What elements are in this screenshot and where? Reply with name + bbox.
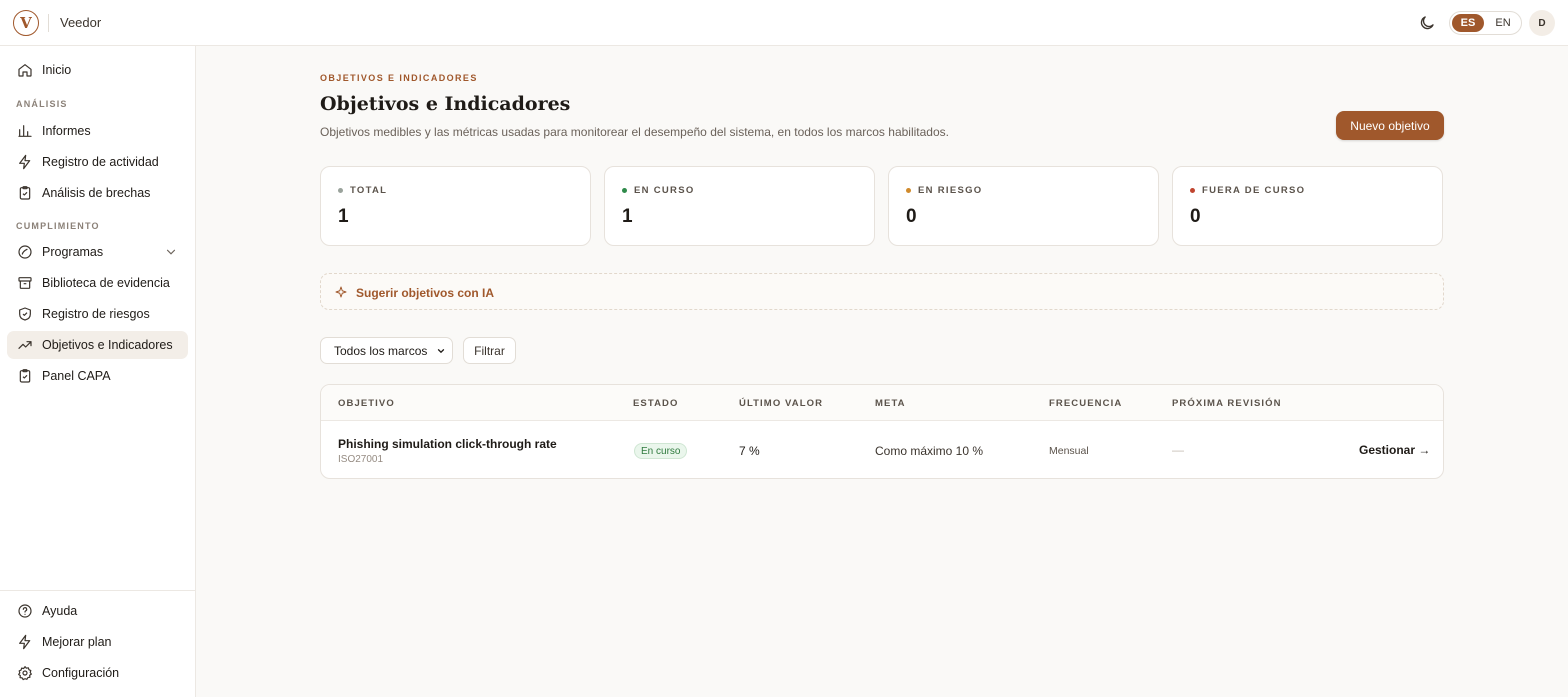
stat-label-wrap: FUERA DE CURSO bbox=[1190, 185, 1305, 196]
stat-label: EN CURSO bbox=[634, 185, 695, 196]
sidebar-item-risk-register[interactable]: Registro de riesgos bbox=[7, 300, 188, 328]
page-eyebrow: OBJETIVOS E INDICADORES bbox=[320, 73, 478, 83]
status-dot bbox=[906, 188, 911, 193]
sidebar-item-label: Panel CAPA bbox=[42, 369, 111, 383]
gauge-icon bbox=[18, 245, 32, 259]
lang-en-button[interactable]: EN bbox=[1487, 14, 1519, 32]
trending-up-icon bbox=[18, 341, 32, 349]
stat-label: TOTAL bbox=[350, 185, 388, 196]
page-subtitle: Objetivos medibles y las métricas usadas… bbox=[320, 125, 949, 139]
bar-chart-icon bbox=[18, 125, 32, 137]
stat-card-on-track: EN CURSO 1 bbox=[604, 166, 875, 246]
app-logo[interactable]: V bbox=[13, 10, 39, 36]
framework-select-value: Todos los marcos bbox=[334, 343, 428, 358]
logo-divider bbox=[48, 14, 49, 32]
sidebar-item-label: Registro de riesgos bbox=[42, 307, 150, 321]
sidebar-item-gap-analysis[interactable]: Análisis de brechas bbox=[7, 179, 188, 207]
sidebar-item-label: Biblioteca de evidencia bbox=[42, 276, 170, 290]
objectives-table: OBJETIVO ESTADO ÚLTIMO VALOR META FRECUE… bbox=[320, 384, 1444, 479]
manage-link[interactable]: Gestionar → bbox=[1359, 443, 1430, 457]
status-dot bbox=[338, 188, 343, 193]
help-circle-icon bbox=[18, 604, 32, 618]
stat-label-wrap: TOTAL bbox=[338, 185, 387, 196]
sidebar-item-settings[interactable]: Configuración bbox=[7, 659, 188, 687]
moon-icon[interactable] bbox=[1418, 14, 1436, 32]
lightning-icon bbox=[19, 634, 31, 650]
shield-icon bbox=[19, 307, 31, 321]
stat-label-wrap: EN CURSO bbox=[622, 185, 695, 196]
table-header: OBJETIVO ESTADO ÚLTIMO VALOR META FRECUE… bbox=[321, 385, 1443, 421]
column-header-frequency[interactable]: FRECUENCIA bbox=[1049, 398, 1122, 409]
last-value: 7 % bbox=[739, 444, 760, 458]
brand-name: Veedor bbox=[60, 15, 102, 30]
suggest-ai-objectives-button[interactable]: Sugerir objetivos con IA bbox=[320, 273, 1444, 310]
gear-icon bbox=[18, 666, 32, 681]
stat-value: 0 bbox=[1190, 206, 1201, 227]
filter-button[interactable]: Filtrar bbox=[463, 337, 516, 364]
sidebar-item-help[interactable]: Ayuda bbox=[7, 597, 188, 625]
objective-name[interactable]: Phishing simulation click-through rate bbox=[338, 437, 557, 451]
framework-select[interactable]: Todos los marcos bbox=[320, 337, 453, 364]
column-header-next-review[interactable]: PRÓXIMA REVISIÓN bbox=[1172, 398, 1282, 409]
sidebar-item-reports[interactable]: Informes bbox=[7, 117, 188, 145]
stat-card-at-risk: EN RIESGO 0 bbox=[888, 166, 1159, 246]
stat-value: 0 bbox=[906, 206, 917, 227]
sidebar-item-label: Objetivos e Indicadores bbox=[42, 338, 173, 352]
stat-card-total: TOTAL 1 bbox=[320, 166, 591, 246]
stat-label-wrap: EN RIESGO bbox=[906, 185, 983, 196]
lightning-icon bbox=[19, 154, 31, 170]
section-compliance: CUMPLIMIENTO bbox=[16, 221, 100, 231]
status-dot bbox=[1190, 188, 1195, 193]
column-header-last-value[interactable]: ÚLTIMO VALOR bbox=[739, 398, 823, 409]
section-analysis: ANÁLISIS bbox=[16, 99, 68, 109]
next-review-value: — bbox=[1172, 443, 1184, 457]
sidebar-item-objectives[interactable]: Objetivos e Indicadores bbox=[7, 331, 188, 359]
suggest-ai-label: Sugerir objetivos con IA bbox=[356, 286, 495, 300]
sidebar-item-capa-panel[interactable]: Panel CAPA bbox=[7, 362, 188, 390]
status-badge: En curso bbox=[634, 443, 688, 459]
column-header-target[interactable]: META bbox=[875, 398, 906, 409]
new-objective-button[interactable]: Nuevo objetivo bbox=[1336, 111, 1444, 140]
page-title: Objetivos e Indicadores bbox=[320, 93, 571, 115]
status-dot bbox=[622, 188, 627, 193]
stat-value: 1 bbox=[338, 206, 349, 227]
archive-icon bbox=[18, 277, 32, 289]
stat-card-off-track: FUERA DE CURSO 0 bbox=[1172, 166, 1443, 246]
home-icon bbox=[18, 64, 32, 77]
logo-letter: V bbox=[20, 14, 32, 32]
sidebar-divider bbox=[0, 590, 195, 591]
sidebar-item-home[interactable]: Inicio bbox=[7, 56, 188, 84]
chevron-down-icon[interactable] bbox=[164, 245, 178, 259]
column-header-objective[interactable]: OBJETIVO bbox=[338, 398, 395, 409]
target-value: Como máximo 10 % bbox=[875, 444, 984, 458]
language-switcher: ES EN bbox=[1449, 11, 1522, 35]
sparkle-icon bbox=[335, 286, 347, 298]
stat-label: FUERA DE CURSO bbox=[1202, 185, 1306, 196]
user-avatar[interactable]: D bbox=[1529, 10, 1555, 36]
sidebar-item-label: Inicio bbox=[42, 63, 72, 77]
top-bar: V Veedor ES EN D bbox=[0, 0, 1568, 46]
clipboard-icon bbox=[19, 186, 31, 200]
sidebar-item-evidence-library[interactable]: Biblioteca de evidencia bbox=[7, 269, 188, 297]
sidebar-item-label: Configuración bbox=[42, 666, 120, 680]
sidebar-item-label: Informes bbox=[42, 124, 91, 138]
sidebar-item-label: Análisis de brechas bbox=[42, 186, 151, 200]
objective-framework: ISO27001 bbox=[338, 454, 384, 465]
sidebar-item-upgrade[interactable]: Mejorar plan bbox=[7, 628, 188, 656]
clipboard-check-icon bbox=[19, 369, 31, 383]
column-header-status[interactable]: ESTADO bbox=[633, 398, 678, 409]
chevron-down-icon bbox=[437, 349, 445, 354]
sidebar-item-label: Mejorar plan bbox=[42, 635, 112, 649]
sidebar-item-label: Ayuda bbox=[42, 604, 78, 618]
sidebar: Inicio ANÁLISIS Informes Registro de act… bbox=[0, 46, 196, 697]
frequency-value: Mensual bbox=[1049, 445, 1089, 457]
stat-label: EN RIESGO bbox=[918, 185, 983, 196]
sidebar-item-programs[interactable]: Programas bbox=[7, 238, 188, 266]
lang-es-button[interactable]: ES bbox=[1452, 14, 1484, 32]
sidebar-item-label: Programas bbox=[42, 245, 104, 259]
sidebar-item-activity-log[interactable]: Registro de actividad bbox=[7, 148, 188, 176]
stat-value: 1 bbox=[622, 206, 633, 227]
sidebar-item-label: Registro de actividad bbox=[42, 155, 159, 169]
